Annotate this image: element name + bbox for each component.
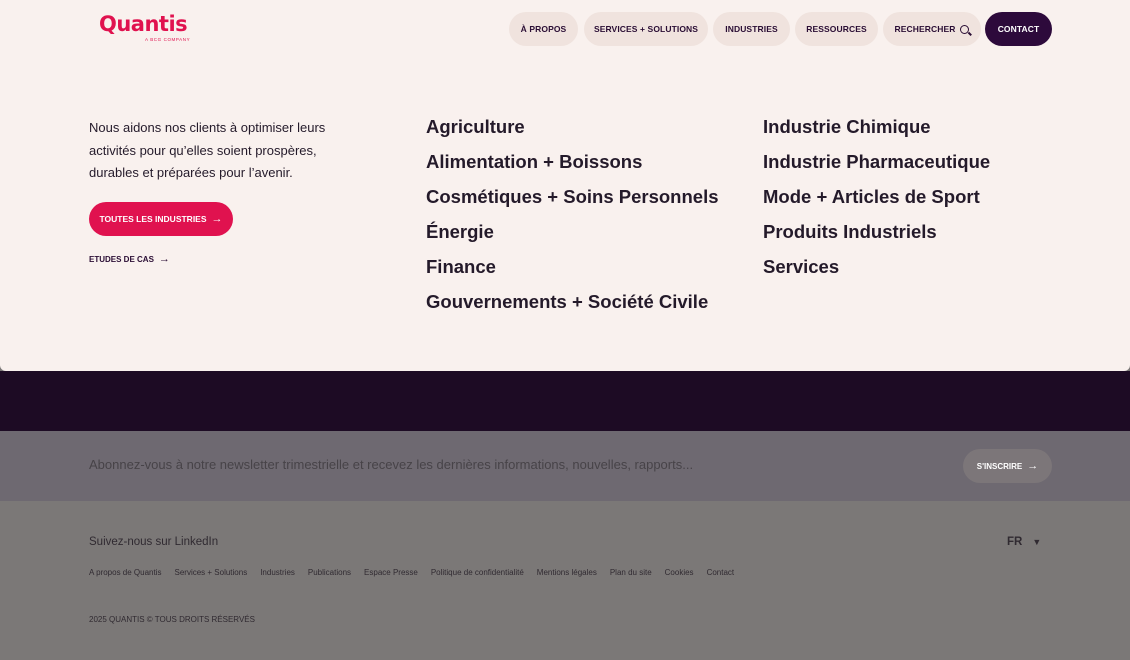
footer-link-mentions-legales[interactable]: Mentions légales: [537, 568, 597, 577]
nav-item-label: RESSOURCES: [806, 24, 867, 34]
nav-item-label: À PROPOS: [520, 24, 567, 34]
industry-link-cosmetiques[interactable]: Cosmétiques + Soins Personnels: [426, 186, 719, 208]
newsletter-bar: Abonnez-vous à notre newsletter trimestr…: [0, 431, 1130, 501]
arrow-right-icon: →: [211, 213, 223, 225]
subscribe-button[interactable]: S'INSCRIRE →: [963, 449, 1052, 483]
nav-item-label: CONTACT: [997, 24, 1040, 34]
footer-link-plan-du-site[interactable]: Plan du site: [610, 568, 652, 577]
quantis-logo[interactable]: Quantis A BCG COMPANY: [99, 12, 191, 46]
subscribe-label: S'INSCRIRE: [976, 461, 1023, 471]
page-overlay-band: [0, 371, 1130, 431]
industry-link-agriculture[interactable]: Agriculture: [426, 116, 525, 138]
footer-link-espace-presse[interactable]: Espace Presse: [364, 568, 418, 577]
footer-link-industries[interactable]: Industries: [260, 568, 295, 577]
menu-intro-text: Nous aidons nos clients à optimiser leur…: [89, 120, 326, 180]
logo-wordmark: Quantis: [99, 12, 188, 36]
nav-item-label: INDUSTRIES: [725, 24, 778, 34]
industry-link-mode-articles-sport[interactable]: Mode + Articles de Sport: [763, 186, 980, 208]
language-selector[interactable]: FR ▼: [1007, 536, 1041, 548]
site-header: Quantis A BCG COMPANY À PROPOS SERVICES …: [0, 0, 1130, 58]
nav-contact-button[interactable]: CONTACT: [985, 12, 1052, 46]
footer-link-cookies[interactable]: Cookies: [665, 568, 694, 577]
industry-link-energie[interactable]: Énergie: [426, 221, 494, 243]
nav-item-services-solutions[interactable]: SERVICES + SOLUTIONS: [584, 12, 708, 46]
footer-link-publications[interactable]: Publications: [308, 568, 351, 577]
footer-link-a-propos[interactable]: A propos de Quantis: [89, 568, 162, 577]
site-footer: Suivez-nous sur LinkedIn FR ▼ A propos d…: [0, 501, 1130, 660]
nav-item-rechercher[interactable]: RECHERCHER: [883, 12, 981, 46]
footer-links: A propos de Quantis Services + Solutions…: [89, 568, 734, 577]
search-icon: [960, 24, 970, 34]
nav-item-industries[interactable]: INDUSTRIES: [713, 12, 790, 46]
nav-item-a-propos[interactable]: À PROPOS: [509, 12, 578, 46]
nav-item-label: RECHERCHER: [894, 24, 956, 34]
newsletter-text: Abonnez-vous à notre newsletter trimestr…: [89, 457, 694, 472]
all-industries-button[interactable]: TOUTES LES INDUSTRIES →: [89, 202, 233, 236]
nav-item-label: SERVICES + SOLUTIONS: [593, 24, 699, 34]
industry-link-produits-industriels[interactable]: Produits Industriels: [763, 221, 937, 243]
nav-item-ressources[interactable]: RESSOURCES: [795, 12, 878, 46]
industry-link-alimentation-boissons[interactable]: Alimentation + Boissons: [426, 151, 642, 173]
language-value: FR: [1007, 536, 1023, 548]
industry-link-industrie-chimique[interactable]: Industrie Chimique: [763, 116, 931, 138]
all-industries-label: TOUTES LES INDUSTRIES: [99, 214, 207, 224]
footer-link-confidentialite[interactable]: Politique de confidentialité: [431, 568, 524, 577]
copyright-text: 2025 QUANTIS © TOUS DROITS RÉSERVÉS: [89, 615, 255, 624]
linkedin-follow-link[interactable]: Suivez-nous sur LinkedIn: [89, 536, 218, 548]
footer-link-services-solutions[interactable]: Services + Solutions: [175, 568, 248, 577]
industry-link-finance[interactable]: Finance: [426, 256, 496, 278]
industry-link-services[interactable]: Services: [763, 256, 839, 278]
industries-mega-menu: Nous aidons nos clients à optimiser leur…: [0, 58, 1130, 371]
case-studies-link[interactable]: ETUDES DE CAS →: [89, 253, 170, 265]
case-studies-label: ETUDES DE CAS: [89, 254, 154, 264]
arrow-right-icon: →: [1027, 460, 1039, 472]
chevron-down-icon: ▼: [1032, 537, 1042, 547]
footer-link-contact[interactable]: Contact: [707, 568, 735, 577]
arrow-right-icon: →: [158, 253, 170, 265]
industry-link-industrie-pharmaceutique[interactable]: Industrie Pharmaceutique: [763, 151, 990, 173]
logo-tagline: A BCG COMPANY: [145, 37, 191, 42]
industry-link-gouvernements[interactable]: Gouvernements + Société Civile: [426, 291, 708, 313]
